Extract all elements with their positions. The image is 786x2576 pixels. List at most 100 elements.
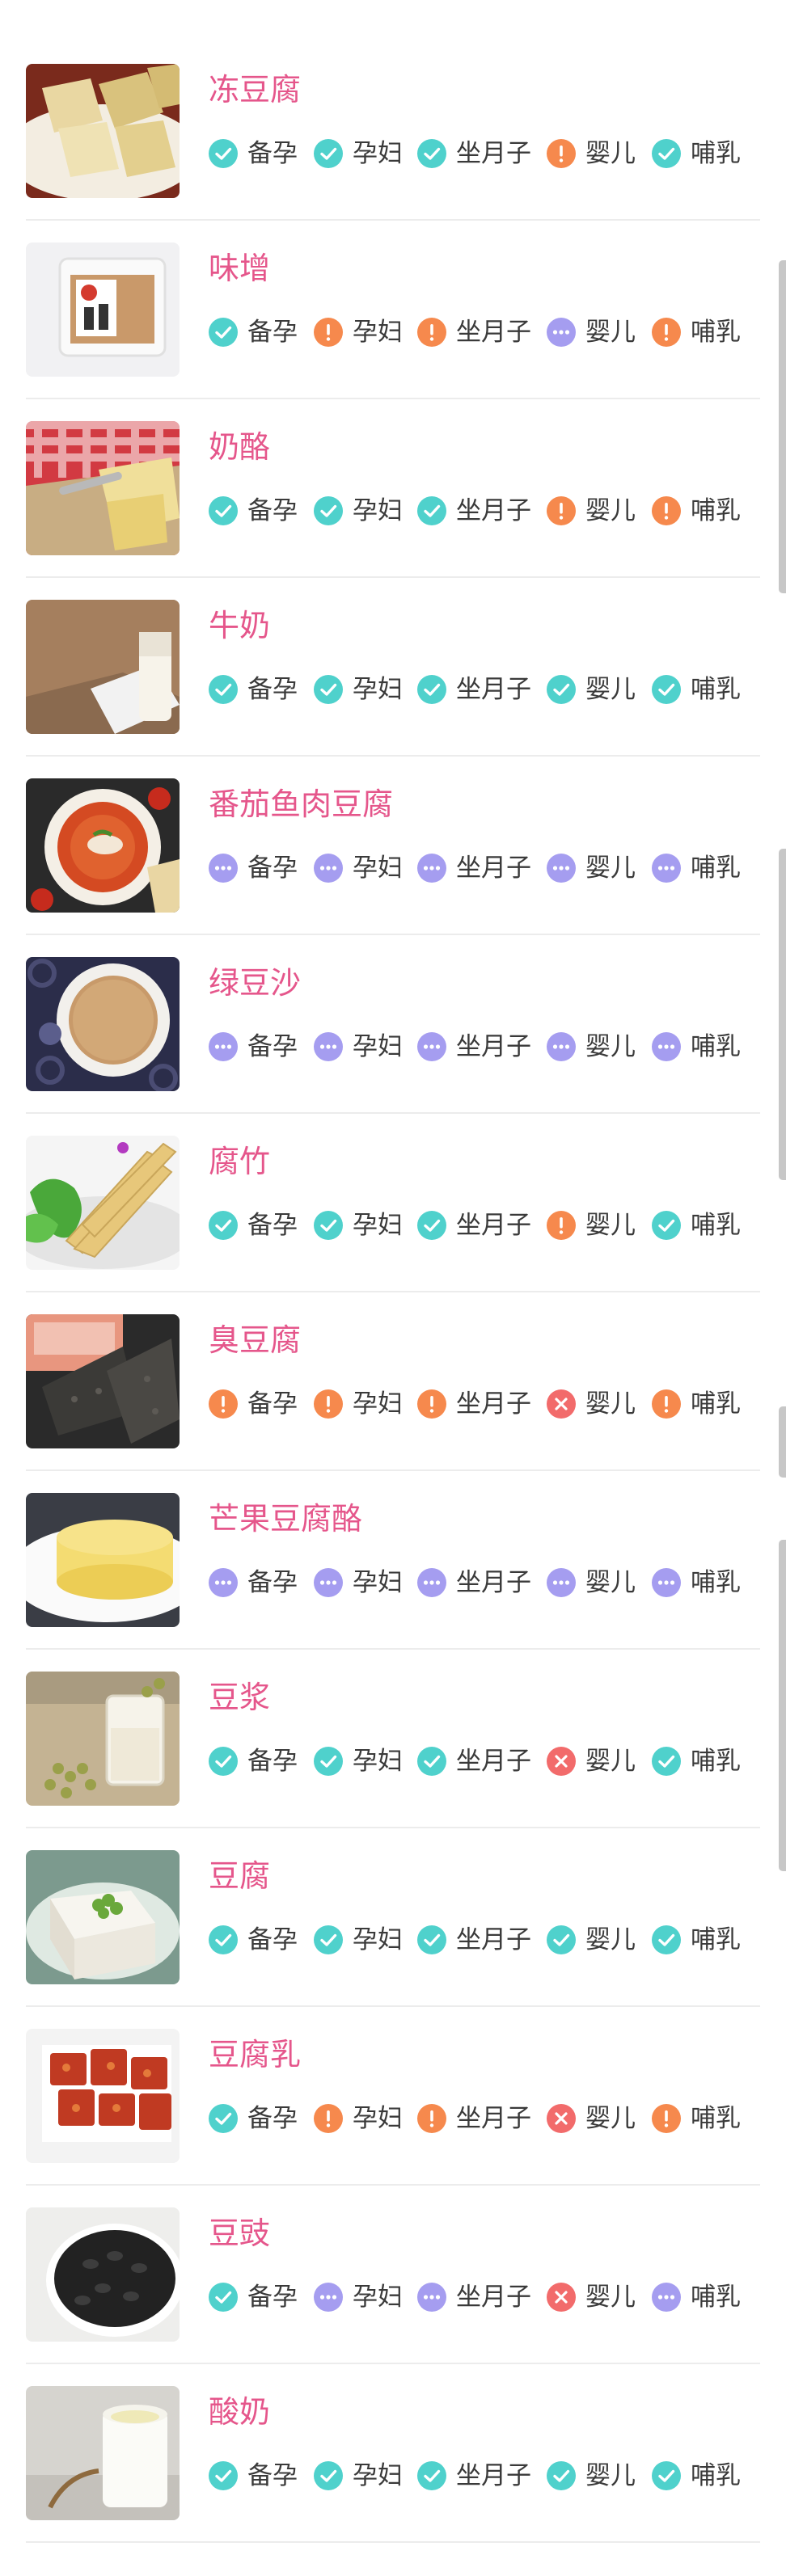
food-list-item[interactable]: 奶酪 备孕 孕妇 坐月子 婴儿 哺乳: [0, 399, 786, 578]
group-label: 婴儿: [585, 1211, 636, 1240]
status-yinger: 婴儿: [547, 1031, 636, 1063]
food-list-item[interactable]: 芒果豆腐酪 备孕 孕妇 坐月子 婴儿 哺乳: [0, 1471, 786, 1650]
group-label: 孕妇: [353, 1925, 403, 1954]
status-beiyun: 备孕: [209, 852, 298, 884]
check-icon: [314, 1211, 343, 1240]
suitability-row: 备孕 孕妇 坐月子 婴儿 哺乳: [209, 852, 752, 884]
status-yinger: 婴儿: [547, 316, 636, 348]
status-buru: 哺乳: [652, 1209, 741, 1242]
group-label: 孕妇: [353, 139, 403, 168]
suitability-row: 备孕 孕妇 坐月子 婴儿 哺乳: [209, 1566, 752, 1599]
food-list-item[interactable]: 牛奶 备孕 孕妇 坐月子 婴儿 哺乳: [0, 578, 786, 757]
suitability-row: 备孕 孕妇 坐月子 婴儿 哺乳: [209, 2281, 752, 2313]
status-beiyun: 备孕: [209, 2281, 298, 2313]
status-yunfu: 孕妇: [314, 316, 403, 348]
group-label: 孕妇: [353, 1032, 403, 1061]
suitability-row: 备孕 孕妇 坐月子 婴儿 哺乳: [209, 1745, 752, 1777]
status-zuoyuezi: 坐月子: [417, 137, 531, 170]
check-icon: [547, 675, 576, 704]
group-label: 备孕: [247, 318, 298, 347]
group-label: 哺乳: [691, 1211, 741, 1240]
exclamation-icon: [417, 1389, 446, 1419]
check-icon: [314, 496, 343, 525]
ellipsis-icon: [417, 1568, 446, 1597]
food-list-item[interactable]: 酸奶 备孕 孕妇 坐月子 婴儿 哺乳: [0, 2364, 786, 2543]
status-buru: 哺乳: [652, 852, 741, 884]
food-thumbnail: [26, 421, 180, 555]
group-label: 坐月子: [456, 1389, 531, 1419]
group-label: 备孕: [247, 2104, 298, 2133]
status-zuoyuezi: 坐月子: [417, 1924, 531, 1956]
food-list-item[interactable]: 豆豉 备孕 孕妇 坐月子 婴儿 哺乳: [0, 2186, 786, 2364]
check-icon: [652, 2461, 681, 2490]
exclamation-icon: [547, 1211, 576, 1240]
group-label: 婴儿: [585, 854, 636, 883]
suitability-row: 备孕 孕妇 坐月子 婴儿 哺乳: [209, 673, 752, 706]
cross-icon: [547, 1747, 576, 1776]
food-list-item[interactable]: 冻豆腐 备孕 孕妇 坐月子 婴儿 哺乳: [0, 42, 786, 221]
exclamation-icon: [652, 1389, 681, 1419]
group-label: 坐月子: [456, 2283, 531, 2312]
status-buru: 哺乳: [652, 1031, 741, 1063]
food-list-item[interactable]: 腐竹 备孕 孕妇 坐月子 婴儿 哺乳: [0, 1114, 786, 1292]
status-yinger: 婴儿: [547, 1745, 636, 1777]
group-label: 婴儿: [585, 1747, 636, 1776]
food-thumbnail: [26, 2386, 180, 2520]
cross-icon: [547, 1389, 576, 1419]
group-label: 孕妇: [353, 2283, 403, 2312]
group-label: 备孕: [247, 496, 298, 525]
food-list-item[interactable]: 味增 备孕 孕妇 坐月子 婴儿 哺乳: [0, 221, 786, 399]
group-label: 婴儿: [585, 1925, 636, 1954]
group-label: 哺乳: [691, 1389, 741, 1419]
food-list-item[interactable]: 番茄鱼肉豆腐备孕 孕妇 坐月子 婴儿 哺乳: [0, 757, 786, 935]
group-label: 哺乳: [691, 2461, 741, 2490]
status-zuoyuezi: 坐月子: [417, 673, 531, 706]
cross-icon: [547, 2283, 576, 2312]
food-list-item[interactable]: 豆腐乳 备孕 孕妇 坐月子 婴儿 哺乳: [0, 2007, 786, 2186]
exclamation-icon: [547, 496, 576, 525]
group-label: 婴儿: [585, 139, 636, 168]
status-yunfu: 孕妇: [314, 2460, 403, 2492]
check-icon: [652, 1211, 681, 1240]
ellipsis-icon: [417, 2283, 446, 2312]
food-list-item[interactable]: 豆腐 备孕 孕妇 坐月子 婴儿 哺乳: [0, 1828, 786, 2007]
exclamation-icon: [314, 2104, 343, 2133]
check-icon: [417, 139, 446, 168]
scrollbar-segment[interactable]: [779, 849, 786, 1180]
group-label: 哺乳: [691, 1925, 741, 1954]
group-label: 备孕: [247, 1389, 298, 1419]
food-thumbnail: [26, 242, 180, 377]
food-name: 豆浆: [209, 1680, 271, 1715]
check-icon: [209, 2104, 238, 2133]
scrollbar-segment[interactable]: [779, 1406, 786, 1478]
suitability-row: 备孕 孕妇 坐月子 婴儿 哺乳: [209, 1388, 752, 1420]
status-yinger: 婴儿: [547, 1924, 636, 1956]
group-label: 坐月子: [456, 1925, 531, 1954]
exclamation-icon: [417, 2104, 446, 2133]
status-beiyun: 备孕: [209, 1566, 298, 1599]
group-label: 坐月子: [456, 1032, 531, 1061]
food-name: 番茄鱼肉豆腐: [209, 786, 394, 822]
status-yinger: 婴儿: [547, 1209, 636, 1242]
status-zuoyuezi: 坐月子: [417, 1745, 531, 1777]
group-label: 坐月子: [456, 496, 531, 525]
scrollbar-segment[interactable]: [779, 260, 786, 593]
check-icon: [652, 675, 681, 704]
food-thumbnail: [26, 64, 180, 198]
ellipsis-icon: [209, 854, 238, 883]
group-label: 备孕: [247, 1925, 298, 1954]
status-yunfu: 孕妇: [314, 2281, 403, 2313]
food-list-item[interactable]: 臭豆腐 备孕 孕妇 坐月子 婴儿 哺乳: [0, 1292, 786, 1471]
check-icon: [417, 1211, 446, 1240]
food-list-item[interactable]: 绿豆沙 备孕 孕妇 坐月子 婴儿 哺乳: [0, 935, 786, 1114]
check-icon: [314, 1925, 343, 1954]
status-yunfu: 孕妇: [314, 1388, 403, 1420]
food-list-item[interactable]: 豆浆 备孕 孕妇 坐月子 婴儿 哺乳: [0, 1650, 786, 1828]
scrollbar-segment[interactable]: [779, 1540, 786, 1871]
food-thumbnail: [26, 1493, 180, 1627]
check-icon: [417, 496, 446, 525]
suitability-row: 备孕 孕妇 坐月子 婴儿 哺乳: [209, 1031, 752, 1063]
ellipsis-icon: [547, 854, 576, 883]
status-yinger: 婴儿: [547, 1388, 636, 1420]
status-yunfu: 孕妇: [314, 1031, 403, 1063]
